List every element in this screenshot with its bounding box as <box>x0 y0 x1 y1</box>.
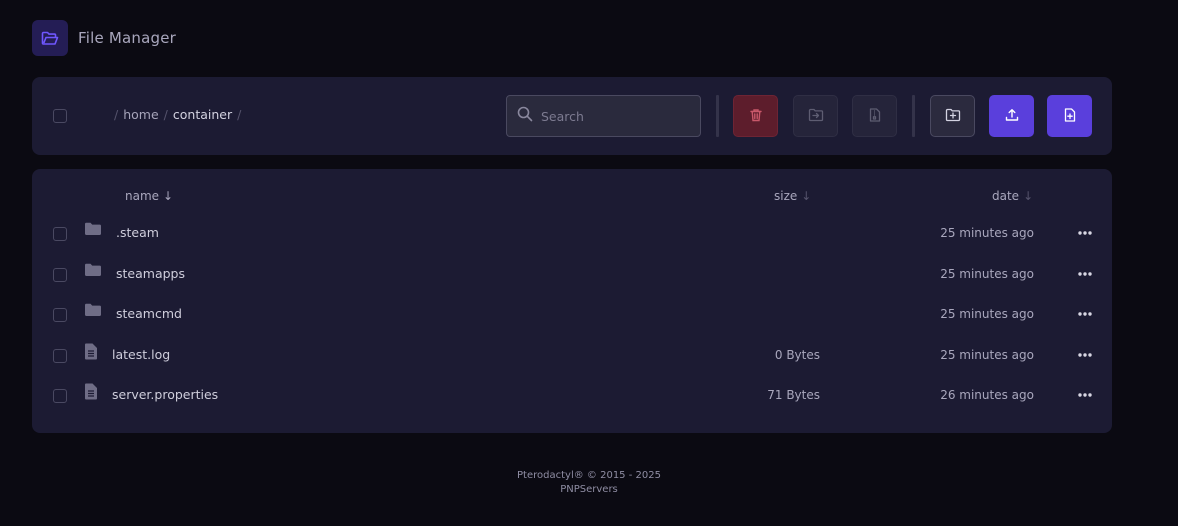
upload-button[interactable] <box>989 95 1034 137</box>
folder-icon <box>84 302 102 322</box>
file-toolbar: / home / container / <box>32 77 1112 155</box>
arrow-down-icon: ↓ <box>801 189 812 203</box>
search-icon <box>517 106 533 126</box>
search-input[interactable] <box>541 108 691 124</box>
file-date: 25 minutes ago <box>940 267 1034 281</box>
row-checkbox[interactable] <box>53 308 67 322</box>
folder-move-icon <box>808 107 824 126</box>
table-row[interactable]: steamapps 25 minutes ago <box>32 254 1112 294</box>
move-button[interactable] <box>793 95 838 137</box>
archive-button[interactable] <box>852 95 897 137</box>
folder-icon <box>84 221 102 241</box>
page-footer: Pterodactyl® © 2015 - 2025 PNPServers <box>0 469 1178 497</box>
table-row[interactable]: .steam 25 minutes ago <box>32 213 1112 253</box>
upload-icon <box>1005 107 1019 126</box>
table-row[interactable]: server.properties 71 Bytes 26 minutes ag… <box>32 375 1112 415</box>
new-folder-button[interactable] <box>930 95 975 137</box>
column-header-date[interactable]: date ↓ <box>992 189 1033 203</box>
file-date: 26 minutes ago <box>940 388 1034 402</box>
more-options-icon[interactable] <box>1076 267 1094 281</box>
file-name[interactable]: server.properties <box>112 387 218 402</box>
arrow-down-icon: ↓ <box>163 189 174 203</box>
table-row[interactable]: latest.log 0 Bytes 25 minutes ago <box>32 335 1112 375</box>
column-header-size[interactable]: size ↓ <box>774 189 811 203</box>
select-all-checkbox[interactable] <box>53 109 67 123</box>
file-text-icon <box>84 343 98 364</box>
breadcrumb: / home / container / <box>114 107 241 122</box>
folder-plus-icon <box>945 107 961 126</box>
toolbar-divider <box>716 95 719 137</box>
file-text-icon <box>84 383 98 404</box>
file-size: 0 Bytes <box>774 348 820 362</box>
breadcrumb-container[interactable]: container <box>173 107 232 122</box>
toolbar-divider <box>912 95 915 137</box>
breadcrumb-separator: / <box>163 107 168 122</box>
copyright-text[interactable]: Pterodactyl® © 2015 - 2025 <box>0 469 1178 483</box>
file-date: 25 minutes ago <box>940 307 1034 321</box>
page-title: File Manager <box>78 29 177 47</box>
more-options-icon[interactable] <box>1076 307 1094 321</box>
breadcrumb-separator: / <box>237 107 242 122</box>
file-archive-icon <box>869 107 881 126</box>
table-row[interactable]: steamcmd 25 minutes ago <box>32 294 1112 334</box>
folder-icon <box>84 262 102 282</box>
more-options-icon[interactable] <box>1076 348 1094 362</box>
breadcrumb-separator: / <box>114 107 119 122</box>
file-name[interactable]: .steam <box>116 225 159 240</box>
file-name[interactable]: steamapps <box>116 266 185 281</box>
file-list: name ↓ size ↓ date ↓ .steam 25 minutes a… <box>32 169 1112 433</box>
more-options-icon[interactable] <box>1076 388 1094 402</box>
column-header-name[interactable]: name ↓ <box>125 189 173 203</box>
breadcrumb-home[interactable]: home <box>123 107 158 122</box>
file-name[interactable]: steamcmd <box>116 306 182 321</box>
arrow-down-icon: ↓ <box>1023 189 1034 203</box>
file-date: 25 minutes ago <box>940 226 1034 240</box>
new-file-button[interactable] <box>1047 95 1092 137</box>
more-options-icon[interactable] <box>1076 226 1094 240</box>
search-box <box>506 95 701 137</box>
folder-open-icon <box>32 20 68 56</box>
page-header: File Manager <box>32 20 176 56</box>
file-size: 71 Bytes <box>767 388 820 402</box>
row-checkbox[interactable] <box>53 227 67 241</box>
row-checkbox[interactable] <box>53 268 67 282</box>
trash-icon <box>749 107 763 126</box>
file-date: 25 minutes ago <box>940 348 1034 362</box>
row-checkbox[interactable] <box>53 349 67 363</box>
file-name[interactable]: latest.log <box>112 347 170 362</box>
file-plus-icon <box>1064 107 1076 126</box>
delete-button[interactable] <box>733 95 778 137</box>
host-name: PNPServers <box>560 484 618 495</box>
row-checkbox[interactable] <box>53 389 67 403</box>
